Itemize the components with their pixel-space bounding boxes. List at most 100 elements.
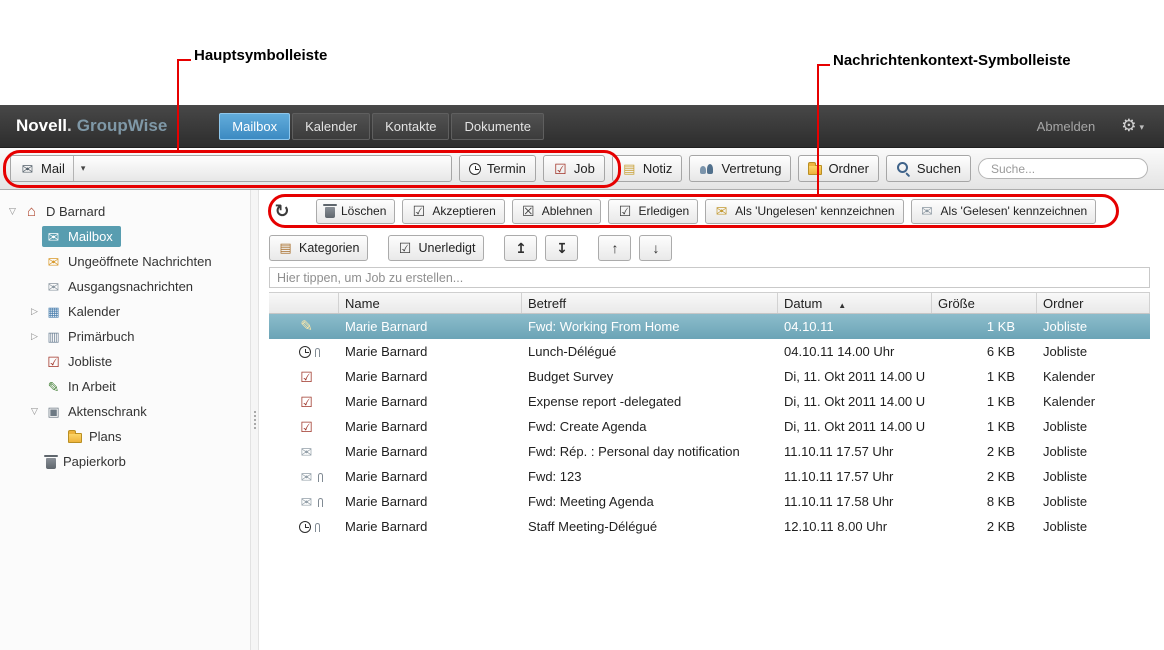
cabinet-icon: ▣ [47,404,60,419]
cell-subject: Staff Meeting-Délégué [528,519,658,534]
toolbar-button[interactable]: Termin [458,155,536,182]
mail-icon: ✉ [21,160,34,177]
context-toolbar: ↻ Löschen ☑ Akzeptieren ☒ Ablehnen ☑ Erl… [269,197,1150,225]
tree-item[interactable]: ✉ Ungeöffnete Nachrichten [0,249,250,274]
tree-item-body: Papierkorb [42,451,134,472]
list-toolbar-button[interactable]: ↓ [639,234,673,261]
tree-item-label: Kalender [68,304,121,319]
cell-name: Marie Barnard [345,494,428,509]
tree-item[interactable]: ▥ Primärbuch [0,324,250,349]
tree-item[interactable]: ✉ Mailbox [0,224,250,249]
task-check-icon: ☑ [300,394,313,409]
tree-item[interactable]: ▣ Aktenschrank [0,399,250,424]
list-toolbar-button[interactable]: ↑ [598,234,632,261]
list-toolbar-button[interactable]: ↧ [545,234,579,261]
message-row[interactable]: ✎ Marie Barnard Fwd: Working From Home 0… [269,314,1150,339]
message-row[interactable]: Marie Barnard Lunch-Délégué 04.10.11 14.… [269,339,1150,364]
settings-menu-button[interactable] [1121,116,1144,136]
uncomplete-icon: ☑ [398,239,412,256]
refresh-button[interactable]: ↻ [269,198,295,224]
message-row[interactable]: ✉ Marie Barnard Fwd: Rép. : Personal day… [269,439,1150,464]
cell-date: 11.10.11 17.57 Uhr [784,469,894,484]
toolbar-button-label: Termin [486,161,526,176]
toolbar-button[interactable]: ✉ Mail [10,155,452,182]
tree-item[interactable]: ▦ Kalender [0,299,250,324]
brand-novell: Novell [16,116,68,135]
column-header-label: Datum [784,295,823,311]
list-toolbar-button[interactable]: ▤ Kategorien [269,234,369,261]
expander-icon[interactable] [27,406,42,417]
cell-size: 2 KB [986,469,1015,484]
gear-icon [1121,116,1136,136]
context-toolbar-button[interactable]: ☑ Akzeptieren [402,198,505,224]
context-toolbar-button[interactable]: ☒ Ablehnen [511,198,602,224]
message-list: Name Betreff Datum Größe Ordner [269,292,1150,539]
toolbar-button[interactable]: ☑ Job [542,155,605,182]
context-toolbar-button[interactable]: ☑ Erledigen [608,198,699,224]
message-row[interactable]: ☑ Marie Barnard Expense report -delegate… [269,389,1150,414]
context-toolbar-button-label: Als 'Gelesen' kennzeichnen [940,204,1088,218]
addressbook-icon: ▥ [47,329,60,344]
content-pane: ↻ Löschen ☑ Akzeptieren ☒ Ablehnen ☑ Erl… [259,190,1164,650]
cell-size: 1 KB [986,394,1015,409]
cell-name: Marie Barnard [345,344,428,359]
message-row[interactable]: ☑ Marie Barnard Budget Survey Di, 11. Ok… [269,364,1150,389]
pane-splitter[interactable] [250,190,259,650]
brand-dot: . [67,116,72,135]
toolbar-button[interactable]: ▤ Notiz [611,155,683,182]
move-up-icon: ↑ [611,239,619,256]
tree-item[interactable]: Papierkorb [0,449,250,474]
column-header-subject[interactable]: Betreff [522,293,778,313]
message-row[interactable]: ✉ Marie Barnard Fwd: 123 11.10.11 17.57 … [269,464,1150,489]
header-tab[interactable]: Kontakte [372,112,450,140]
header-tab[interactable]: Mailbox [219,112,291,140]
column-header-folder[interactable]: Ordner [1037,293,1150,313]
tree-item-label: Aktenschrank [68,404,147,419]
expander-icon[interactable] [27,306,42,317]
expander-icon[interactable] [5,206,20,217]
tree-item[interactable]: ✎ In Arbeit [0,374,250,399]
cell-date: 04.10.11 [784,319,834,334]
logout-link[interactable]: Abmelden [1037,119,1096,134]
tree-item-body: ✉ Ungeöffnete Nachrichten [42,251,220,272]
message-row[interactable]: ☑ Marie Barnard Fwd: Create Agenda Di, 1… [269,414,1150,439]
cell-date: Di, 11. Okt 2011 14.00 U [784,394,926,409]
message-row[interactable]: Marie Barnard Staff Meeting-Délégué 12.1… [269,514,1150,539]
header-tab[interactable]: Dokumente [451,112,544,140]
cell-type-icon: ✉ [269,470,339,484]
cell-subject: Fwd: Working From Home [528,319,680,334]
header-tab[interactable]: Kalender [292,112,371,140]
tree-item[interactable]: ⌂ D Barnard [0,199,250,224]
column-header-type[interactable] [269,293,339,313]
task-icon: ☑ [554,160,567,177]
search-input[interactable] [978,158,1148,179]
dropdown-arrow-icon[interactable] [72,156,86,181]
toolbar-button[interactable]: Vertretung [689,155,792,182]
quick-task-input[interactable] [269,267,1150,288]
toolbar-button[interactable]: Ordner [798,155,879,182]
context-toolbar-button[interactable]: Löschen [316,198,396,224]
toolbar-button[interactable]: Suchen [885,155,971,182]
column-header-name[interactable]: Name [339,293,522,313]
context-toolbar-button[interactable]: ✉ Als 'Gelesen' kennzeichnen [910,198,1097,224]
paperclip-icon [318,498,323,507]
folder-tree: ⌂ D Barnard ✉ Mailbox ✉ [0,190,250,650]
context-toolbar-button[interactable]: ✉ Als 'Ungelesen' kennzeichnen [705,198,904,224]
cell-subject: Lunch-Délégué [528,344,617,359]
tree-item[interactable]: ☑ Jobliste [0,349,250,374]
tree-item[interactable]: Plans [0,424,250,449]
tree-item[interactable]: ✉ Ausgangsnachrichten [0,274,250,299]
cell-type-icon: ✎ [269,320,339,334]
search-icon [896,161,911,176]
list-toolbar-button[interactable]: ↥ [504,234,538,261]
accept-icon: ☑ [412,203,426,219]
column-header-date[interactable]: Datum [778,293,932,313]
message-row[interactable]: ✉ Marie Barnard Fwd: Meeting Agenda 11.1… [269,489,1150,514]
clock-icon [299,345,311,358]
list-toolbar-button[interactable]: ☑ Unerledigt [388,234,485,261]
column-header-size[interactable]: Größe [932,293,1037,313]
expander-icon[interactable] [27,331,42,342]
cell-folder: Kalender [1043,394,1096,409]
brand-logo: Novell. GroupWise [16,116,167,136]
cell-date: Di, 11. Okt 2011 14.00 U [784,419,926,434]
